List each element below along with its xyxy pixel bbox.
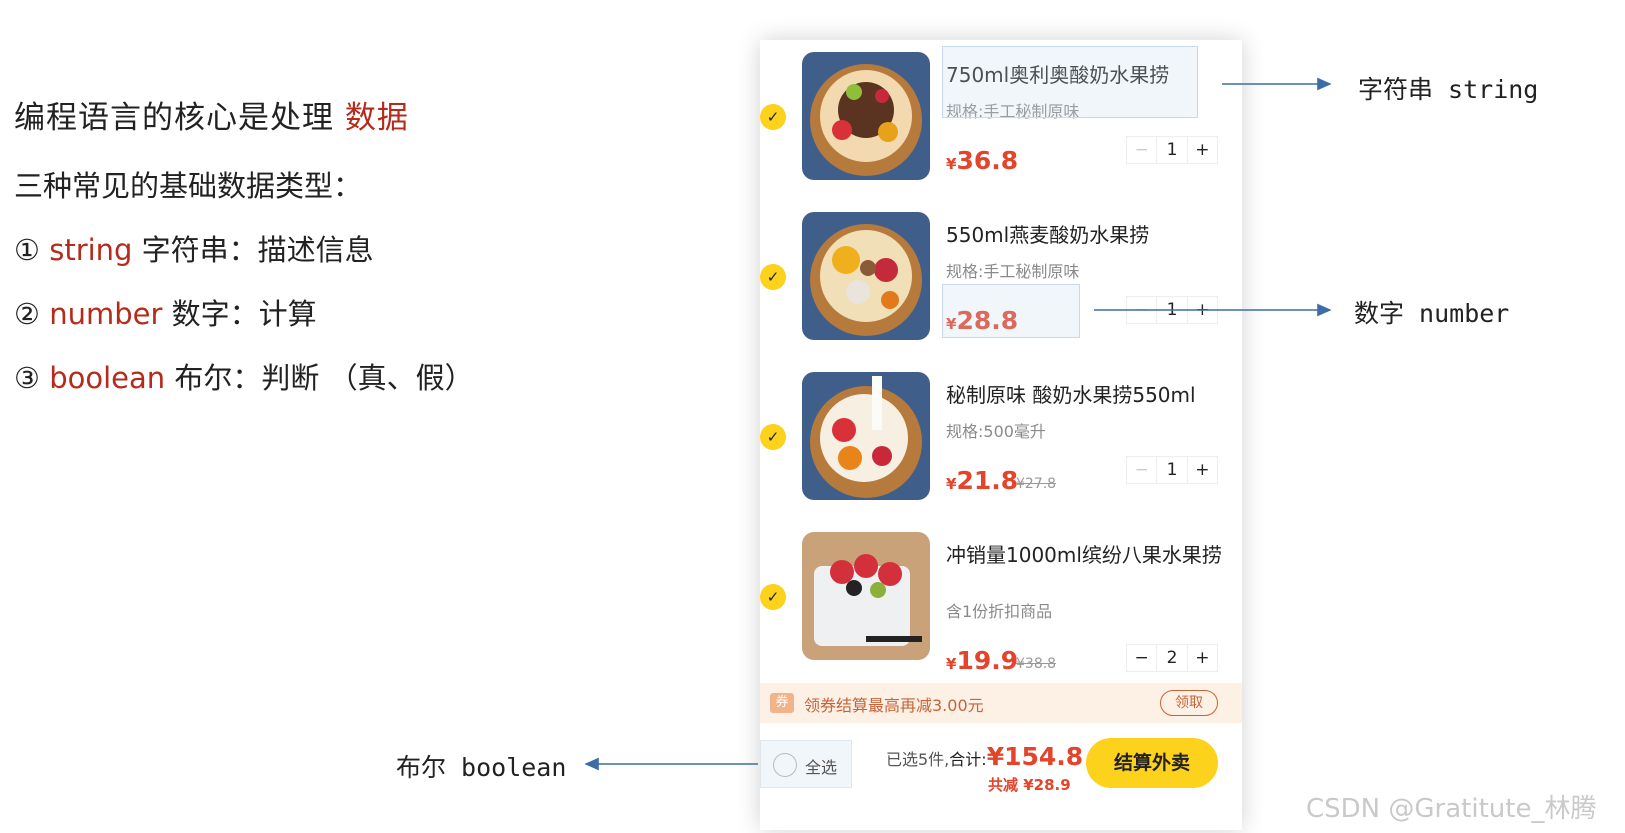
type-desc: 数字：计算 bbox=[162, 297, 317, 331]
cart-item: ✓ 秘制原味 酸奶水果捞550ml 规格:500毫升 ¥21.8 ¥27.8 −… bbox=[760, 372, 1242, 532]
intro-panel: 编程语言的核心是处理 数据 三种常见的基础数据类型： ① string 字符串：… bbox=[14, 92, 474, 397]
type-desc: 字符串：描述信息 bbox=[132, 233, 374, 267]
quantity-stepper: − 1 + bbox=[1126, 296, 1218, 324]
product-spec: 含1份折扣商品 bbox=[946, 602, 1053, 621]
type-number: ② bbox=[14, 297, 40, 331]
coupon-icon: 券 bbox=[770, 693, 794, 713]
headline-prefix: 编程语言的核心是处理 bbox=[14, 100, 345, 136]
product-spec: 规格:500毫升 bbox=[946, 422, 1046, 441]
decrement-button[interactable]: − bbox=[1127, 457, 1156, 483]
type-desc: 布尔：判断 （真、假） bbox=[165, 361, 474, 395]
price-value: 21.8 bbox=[956, 466, 1019, 495]
string-highlight-box bbox=[942, 46, 1198, 118]
checkout-button[interactable]: 结算外卖 bbox=[1086, 738, 1218, 788]
subheading: 三种常见的基础数据类型： bbox=[14, 169, 363, 203]
product-title: 550ml燕麦酸奶水果捞 bbox=[946, 223, 1150, 247]
type-keyword: number bbox=[49, 297, 163, 331]
product-image bbox=[802, 212, 930, 340]
select-all-toggle[interactable]: 全选 bbox=[760, 740, 852, 788]
currency-symbol: ¥ bbox=[946, 155, 957, 173]
price-value: 36.8 bbox=[956, 146, 1019, 175]
quantity-value: 1 bbox=[1156, 297, 1188, 323]
headline-highlight: 数据 bbox=[344, 100, 409, 136]
type-number: ③ bbox=[14, 361, 40, 395]
cart-screen: ✓ 750ml奥利奥酸奶水果捞 规格:手工秘制原味 ¥36.8 − 1 + ✓ … bbox=[760, 40, 1242, 830]
increment-button[interactable]: + bbox=[1188, 297, 1217, 323]
product-price: ¥36.8 bbox=[946, 146, 1018, 175]
decrement-button[interactable]: − bbox=[1127, 297, 1156, 323]
type-keyword: boolean bbox=[49, 361, 166, 395]
select-all-label: 全选 bbox=[805, 758, 838, 777]
increment-button[interactable]: + bbox=[1188, 645, 1217, 671]
quantity-stepper: − 1 + bbox=[1126, 456, 1218, 484]
product-title: 冲销量1000ml缤纷八果水果捞 bbox=[946, 543, 1222, 567]
product-image bbox=[802, 52, 930, 180]
type-number: ① bbox=[14, 233, 40, 267]
product-spec: 规格:手工秘制原味 bbox=[946, 262, 1080, 281]
quantity-value: 1 bbox=[1156, 137, 1188, 163]
cart-footer: 全选 已选5件,合计:¥154.8 共减 ¥28.9 结算外卖 bbox=[760, 730, 1242, 800]
currency-symbol: ¥ bbox=[946, 475, 957, 493]
quantity-value: 2 bbox=[1156, 645, 1188, 671]
increment-button[interactable]: + bbox=[1188, 137, 1217, 163]
coupon-text: 领券结算最高再减3.00元 bbox=[804, 696, 984, 715]
product-title: 秘制原味 酸奶水果捞550ml bbox=[946, 383, 1196, 407]
boolean-annotation: 布尔 boolean bbox=[396, 753, 567, 782]
type-line-boolean: ③ boolean 布尔：判断 （真、假） bbox=[14, 355, 474, 397]
quantity-stepper: − 1 + bbox=[1126, 136, 1218, 164]
total-amount: ¥154.8 bbox=[986, 742, 1084, 771]
item-checkbox[interactable]: ✓ bbox=[760, 104, 786, 130]
type-line-string: ① string 字符串：描述信息 bbox=[14, 227, 474, 269]
currency-symbol: ¥ bbox=[946, 655, 957, 673]
quantity-stepper: − 2 + bbox=[1126, 644, 1218, 672]
price-value: 19.9 bbox=[956, 646, 1019, 675]
product-image bbox=[802, 372, 930, 500]
discount-amount: 共减 ¥28.9 bbox=[988, 776, 1071, 794]
original-price: ¥27.8 bbox=[1016, 476, 1057, 492]
item-checkbox[interactable]: ✓ bbox=[760, 584, 786, 610]
item-checkbox[interactable]: ✓ bbox=[760, 424, 786, 450]
product-price: ¥19.9 bbox=[946, 646, 1018, 675]
type-keyword: string bbox=[49, 233, 133, 267]
number-highlight-box bbox=[942, 284, 1080, 338]
headline: 编程语言的核心是处理 数据 bbox=[14, 92, 474, 137]
type-line-number: ② number 数字：计算 bbox=[14, 291, 474, 333]
quantity-value: 1 bbox=[1156, 457, 1188, 483]
selected-count: 已选5件, bbox=[886, 750, 950, 769]
increment-button[interactable]: + bbox=[1188, 457, 1217, 483]
watermark: CSDN @Gratitute_林腾 bbox=[1306, 794, 1597, 824]
original-price: ¥38.8 bbox=[1016, 656, 1057, 672]
total-label: 合计: bbox=[949, 750, 987, 769]
product-image bbox=[802, 532, 930, 660]
product-price: ¥21.8 bbox=[946, 466, 1018, 495]
number-annotation: 数字 number bbox=[1354, 299, 1510, 328]
string-annotation: 字符串 string bbox=[1358, 75, 1539, 104]
cart-item: ✓ 冲销量1000ml缤纷八果水果捞 含1份折扣商品 ¥19.9 ¥38.8 −… bbox=[760, 532, 1242, 692]
order-summary: 已选5件,合计:¥154.8 bbox=[886, 742, 1083, 771]
unchecked-circle-icon bbox=[773, 753, 797, 777]
decrement-button[interactable]: − bbox=[1127, 137, 1156, 163]
coupon-bar: 券 领券结算最高再减3.00元 领取 bbox=[760, 683, 1242, 723]
claim-coupon-button[interactable]: 领取 bbox=[1160, 690, 1218, 716]
decrement-button[interactable]: − bbox=[1127, 645, 1156, 671]
item-checkbox[interactable]: ✓ bbox=[760, 264, 786, 290]
